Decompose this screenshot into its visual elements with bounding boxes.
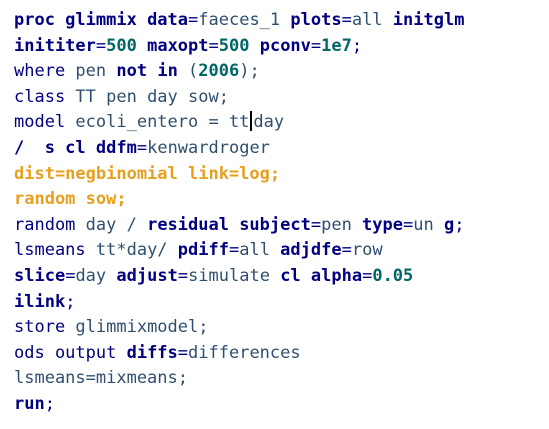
code-token: ilink [14, 291, 66, 312]
code-token: day / [75, 214, 148, 235]
code-line[interactable]: class TT pen day sow; [14, 85, 549, 111]
code-line[interactable]: lsmeans=mixmeans; [14, 366, 549, 392]
code-line[interactable]: slice=day adjust=simulate cl alpha=0.05 [14, 264, 549, 290]
code-token: ; [65, 291, 76, 312]
code-token: 2006 [198, 61, 240, 82]
code-token: pconv [249, 35, 311, 56]
code-line[interactable]: model ecoli_entero = tt day [14, 110, 549, 136]
code-line[interactable]: proc glimmix data=faeces_1 plots=all ini… [14, 8, 549, 34]
code-token: model [14, 112, 66, 133]
code-token: all [239, 240, 281, 261]
code-token: ods output [14, 342, 117, 363]
code-line[interactable]: inititer=500 maxopt=500 pconv=1e7; [14, 34, 549, 60]
code-line[interactable]: random day / residual subject=pen type=u… [14, 213, 549, 239]
code-line[interactable]: / s cl ddfm=kenwardroger [14, 136, 549, 162]
code-token: = [177, 342, 189, 363]
code-token: = [136, 137, 148, 158]
code-token: = [188, 10, 199, 30]
code-token: lsmeans [14, 240, 86, 261]
code-token: dist=negbinomial link=log; [14, 163, 281, 184]
code-token: 500 [106, 35, 137, 56]
code-token: random sow; [14, 189, 127, 210]
code-token: / s cl [14, 137, 96, 158]
code-token: = [403, 214, 414, 235]
code-token: = [177, 265, 189, 286]
code-token: 1e7 [321, 35, 352, 56]
code-line[interactable]: run; [14, 392, 549, 418]
code-token: = [310, 214, 322, 235]
code-token: ( [188, 61, 199, 82]
code-token: kenwardroger [147, 137, 270, 158]
code-token: all [351, 10, 383, 30]
code-token: cl alpha [280, 265, 363, 286]
code-token: initglm [382, 10, 465, 30]
code-token: class [14, 86, 66, 107]
code-token: un [413, 214, 444, 235]
code-token: plots [280, 10, 342, 30]
code-line[interactable]: dist=negbinomial link=log; [14, 162, 549, 188]
code-line[interactable]: ilink; [14, 290, 549, 316]
code-token: not [116, 61, 148, 82]
code-token: glimmixmodel; [65, 317, 209, 338]
code-token: run [14, 393, 45, 414]
code-token: adjdfe [280, 240, 342, 261]
code-token: = [208, 35, 219, 56]
code-token: pen [321, 214, 363, 235]
code-token: ; [351, 35, 363, 56]
code-token: 500 [218, 35, 250, 56]
code-token: = [228, 240, 240, 261]
code-line[interactable]: random sow; [14, 187, 549, 213]
sas-code-editor[interactable]: proc glimmix data=faeces_1 plots=all ini… [0, 0, 549, 429]
code-line[interactable]: where pen not in (2006); [14, 59, 549, 85]
code-token: data [136, 10, 189, 30]
code-line[interactable]: ods output diffs=differences [14, 341, 549, 367]
code-token: day [75, 265, 117, 286]
code-token: = [65, 265, 76, 286]
code-token: TT pen day sow; [65, 86, 229, 107]
code-token: adjust [116, 265, 178, 286]
code-token: maxopt [136, 35, 209, 56]
code-token: faeces_1 [198, 10, 281, 30]
code-token: random [14, 214, 76, 235]
code-token: store [14, 317, 66, 338]
code-token: diffs [116, 342, 178, 363]
code-token: = [341, 240, 352, 261]
code-token: differences [188, 342, 301, 363]
code-line[interactable]: store glimmixmodel; [14, 315, 549, 341]
code-token: = [95, 35, 107, 56]
code-token: 0.05 [372, 265, 414, 286]
code-token: ; [44, 393, 55, 414]
code-token: in [147, 61, 189, 82]
code-token: slice [14, 265, 66, 286]
code-token: ddfm [95, 137, 137, 158]
code-token: day [253, 112, 285, 133]
code-token: = [341, 10, 352, 30]
code-token: = [362, 265, 373, 286]
code-token: inititer [14, 35, 96, 56]
code-token: pen [65, 61, 117, 82]
code-token: row [351, 240, 383, 261]
code-token: g [443, 214, 455, 235]
code-token: proc glimmix [14, 10, 137, 30]
code-line[interactable]: lsmeans tt*day/ pdiff=all adjdfe=row [14, 238, 549, 264]
code-token: simulate [188, 265, 281, 286]
code-token: type [362, 214, 403, 235]
code-token: ecoli_entero = tt [65, 112, 250, 133]
code-token: ; [454, 214, 465, 235]
code-token: lsmeans=mixmeans; [14, 368, 188, 389]
code-token: ); [239, 61, 260, 82]
code-token: where [14, 61, 66, 82]
code-token: residual subject [147, 214, 311, 235]
code-token: = [310, 35, 322, 56]
code-token: pdiff [177, 240, 229, 261]
code-token: tt*day/ [85, 240, 178, 261]
